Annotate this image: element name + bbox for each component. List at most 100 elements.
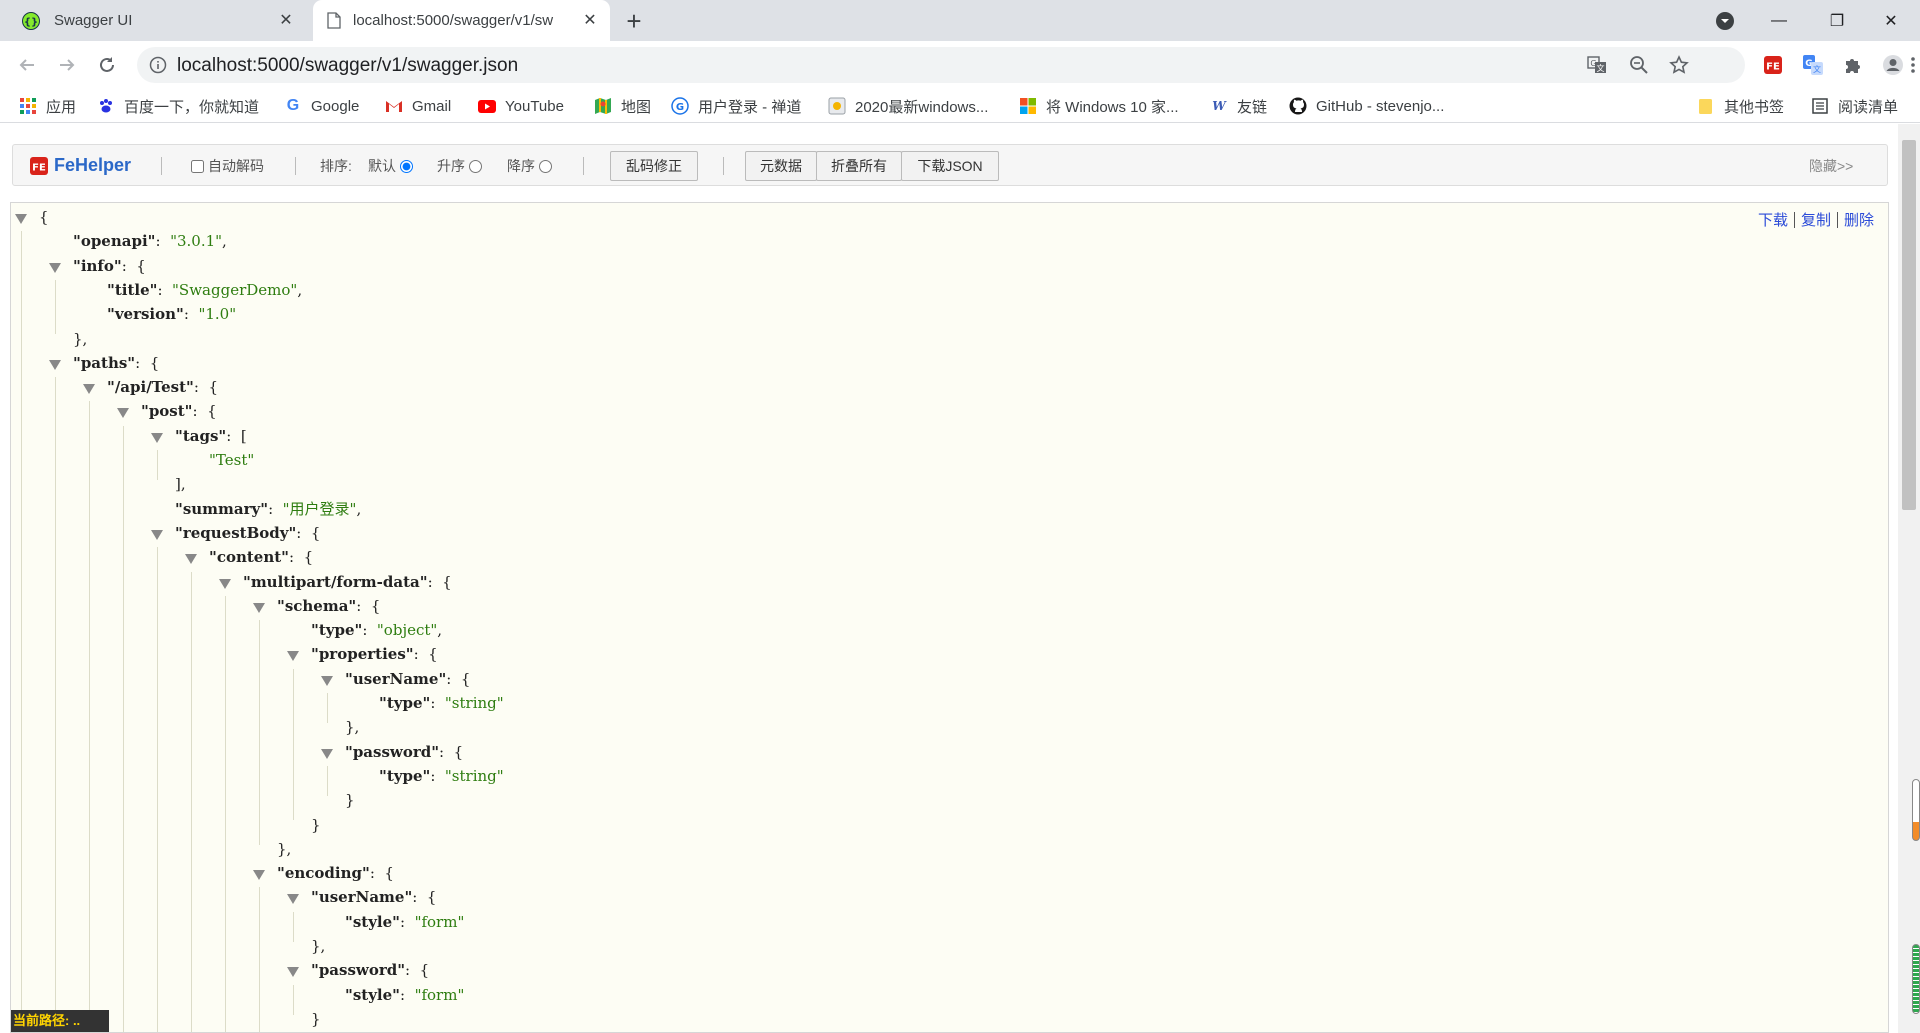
tab-swagger-json[interactable]: localhost:5000/swagger/v1/sw ✕ [313, 0, 610, 41]
bookmark-baidu[interactable]: 百度一下，你就知道 [97, 94, 259, 118]
bookmark-gmail[interactable]: Gmail [385, 94, 451, 118]
svg-text:文: 文 [1813, 64, 1821, 74]
bookmark-windows10[interactable]: 将 Windows 10 家... [1019, 94, 1179, 118]
collapse-all-button[interactable]: 折叠所有 [816, 151, 902, 181]
json-punctuation: [ [240, 426, 247, 445]
auto-decode-option[interactable]: 自动解码 [191, 156, 264, 176]
address-bar[interactable]: localhost:5000/swagger/v1/swagger.json 文… [137, 47, 1745, 83]
fix-garbled-button[interactable]: 乱码修正 [610, 151, 698, 181]
json-line: "info": { [73, 256, 146, 275]
youtube-icon [478, 97, 496, 115]
bookmark-apps[interactable]: 应用 [19, 94, 76, 118]
json-key: "password" [311, 961, 406, 980]
reload-button[interactable] [91, 49, 123, 81]
collapse-toggle-icon[interactable] [151, 529, 163, 540]
collapse-toggle-icon[interactable] [253, 870, 265, 881]
json-key: "tags" [175, 426, 227, 445]
bookmark-github[interactable]: GitHub - stevenjo... [1289, 94, 1444, 118]
bookmark-map[interactable]: 地图 [594, 94, 651, 118]
fehelper-extension-button[interactable]: FE [1760, 52, 1786, 78]
json-string-value: "string" [444, 766, 504, 785]
copy-link[interactable]: 复制 [1795, 209, 1837, 230]
collapse-toggle-icon[interactable] [287, 967, 299, 978]
sort-desc-option[interactable]: 降序 [507, 156, 552, 176]
json-viewer: 下载 复制 删除 {"openapi": "3.0.1", "info": {"t… [10, 202, 1889, 1033]
folder-icon [1697, 97, 1715, 115]
new-tab-button[interactable]: + [620, 8, 648, 36]
translate-icon[interactable]: 文G [1587, 55, 1607, 75]
collapse-toggle-icon[interactable] [253, 602, 265, 613]
sort-default-radio[interactable] [400, 159, 413, 173]
collapse-toggle-icon[interactable] [49, 262, 61, 273]
sort-default-option[interactable]: 默认 [368, 156, 413, 176]
json-string-value: "3.0.1" [170, 232, 223, 251]
zentao-icon: G [671, 97, 689, 115]
json-string-value: "object" [376, 621, 438, 640]
delete-link[interactable]: 删除 [1838, 209, 1880, 230]
collapse-toggle-icon[interactable] [83, 384, 95, 395]
json-punctuation: { [136, 256, 146, 275]
bookmark-zentao[interactable]: G 用户登录 - 禅道 [671, 94, 801, 118]
collapse-toggle-icon[interactable] [117, 408, 129, 419]
metadata-button[interactable]: 元数据 [745, 151, 817, 181]
profile-button[interactable] [1880, 52, 1906, 78]
collapse-toggle-icon[interactable] [287, 651, 299, 662]
json-string-value: "form" [414, 912, 465, 931]
collapse-toggle-icon[interactable] [287, 894, 299, 905]
bookmark-star-icon[interactable] [1669, 55, 1689, 75]
auto-decode-checkbox[interactable] [191, 159, 204, 173]
bookmark-reading-list[interactable]: 阅读清单 [1811, 94, 1898, 118]
json-punctuation: { [39, 208, 49, 226]
close-tab-icon[interactable]: ✕ [276, 11, 296, 31]
close-window-button[interactable]: ✕ [1862, 0, 1920, 41]
collapse-toggle-icon[interactable] [185, 554, 197, 565]
json-key: "userName" [345, 669, 447, 688]
collapse-toggle-icon[interactable] [219, 578, 231, 589]
minimize-button[interactable]: — [1750, 0, 1808, 41]
github-icon [1289, 97, 1307, 115]
google-translate-extension-button[interactable]: G文 [1800, 52, 1826, 78]
bookmark-friend-links[interactable]: W 友链 [1210, 94, 1267, 118]
sort-asc-option[interactable]: 升序 [437, 156, 482, 176]
close-tab-icon[interactable]: ✕ [580, 11, 600, 31]
download-json-button[interactable]: 下载JSON [901, 151, 999, 181]
json-key: "password" [345, 742, 440, 761]
json-string-value: "SwaggerDemo" [172, 280, 298, 299]
collapse-toggle-icon[interactable] [321, 675, 333, 686]
hide-toggle[interactable]: 隐藏>> [1809, 156, 1853, 176]
sort-asc-radio[interactable] [469, 159, 482, 173]
json-punctuation: }, [73, 329, 88, 348]
collapse-toggle-icon[interactable] [49, 359, 61, 370]
scrollbar-thumb[interactable] [1902, 140, 1916, 510]
tab-search-button[interactable] [1696, 0, 1754, 41]
sort-desc-radio[interactable] [539, 159, 552, 173]
extensions-button[interactable] [1840, 52, 1866, 78]
sort-default-label: 默认 [368, 158, 396, 174]
bookmark-google[interactable]: G Google [284, 94, 360, 118]
download-link[interactable]: 下载 [1752, 209, 1794, 230]
reload-icon [98, 56, 116, 74]
json-punctuation: } [345, 791, 355, 810]
json-key: "properties" [311, 645, 414, 664]
json-key: "style" [345, 985, 400, 1004]
back-button[interactable] [11, 49, 43, 81]
bookmark-youtube[interactable]: YouTube [478, 94, 564, 118]
json-key: "type" [311, 621, 363, 640]
json-punctuation: { [442, 572, 452, 591]
collapse-toggle-icon[interactable] [321, 748, 333, 759]
zoom-icon[interactable] [1629, 55, 1649, 75]
collapse-toggle-icon[interactable] [15, 214, 27, 224]
bookmark-label: Gmail [412, 97, 452, 115]
json-punctuation: { [207, 402, 217, 421]
restore-button[interactable]: ❐ [1808, 0, 1866, 41]
vertical-scrollbar[interactable] [1898, 124, 1920, 1033]
forward-button[interactable] [51, 49, 83, 81]
bookmark-other-bookmarks[interactable]: 其他书签 [1697, 94, 1784, 118]
collapse-toggle-icon[interactable] [151, 432, 163, 443]
indent-guide [293, 668, 294, 821]
info-icon[interactable] [149, 56, 167, 74]
browser-menu-button[interactable] [1906, 52, 1920, 78]
tab-swagger-ui[interactable]: {} Swagger UI ✕ [8, 0, 306, 41]
bookmark-windows-latest[interactable]: 2020最新windows... [828, 94, 988, 118]
json-key: "version" [107, 305, 184, 324]
